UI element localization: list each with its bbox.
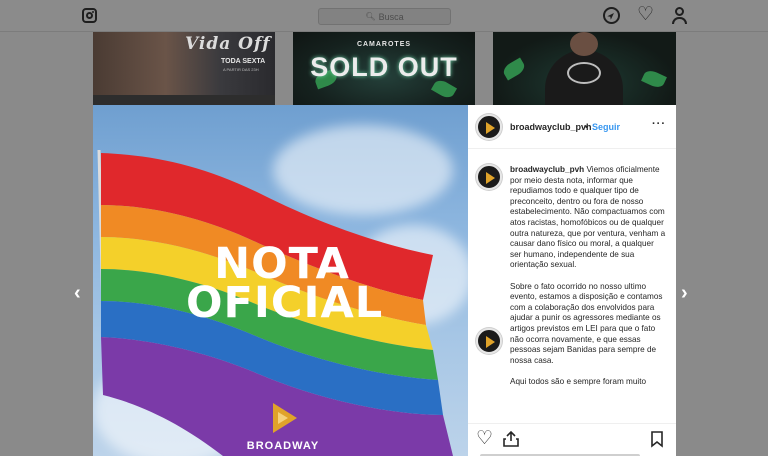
post-actions: ♡ xyxy=(468,423,676,456)
brand-name: BROADWAY xyxy=(246,440,320,452)
avatar[interactable] xyxy=(476,164,502,190)
caption-paragraph-2: Sobre o fato ocorrido no nosso ultimo ev… xyxy=(510,281,663,365)
background-post-thumbnail[interactable]: Vida Off TODA SEXTA A PARTIR DAS 23H xyxy=(93,32,275,105)
post-username[interactable]: broadwayclub_pvh xyxy=(510,122,592,132)
instagram-logo-icon[interactable] xyxy=(82,8,97,23)
caption-text: broadwayclub_pvh Viemos oficialmente por… xyxy=(510,165,666,398)
thumbnail-bar xyxy=(93,95,275,105)
leaf-decoration xyxy=(500,57,528,81)
next-post-arrow-icon[interactable]: › xyxy=(681,282,688,305)
search-input[interactable]: 🔍︎ Busca xyxy=(318,8,451,25)
caption-paragraph-3: Aqui todos são e sempre foram muito xyxy=(510,376,647,386)
search-placeholder: Busca xyxy=(378,11,404,22)
nav-icons xyxy=(603,6,688,24)
tshirt-logo xyxy=(567,62,601,84)
thumbnail-title: SOLD OUT xyxy=(310,52,458,82)
caption-paragraph-1: broadwayclub_pvh Viemos oficialmente por… xyxy=(510,165,666,271)
like-heart-icon[interactable]: ♡ xyxy=(476,429,494,448)
background-post-thumbnail[interactable]: CAMAROTES SOLD OUT xyxy=(293,32,475,105)
follow-button[interactable]: Seguir xyxy=(592,122,620,132)
more-options-icon[interactable]: ··· xyxy=(652,118,666,130)
thumbnail-title: Vida Off xyxy=(185,34,271,54)
post-side-panel: broadwayclub_pvh • Seguir ··· broadwaycl… xyxy=(468,105,676,456)
compass-icon[interactable] xyxy=(603,7,620,24)
profile-icon[interactable] xyxy=(671,7,688,24)
post-headline: NOTA OFICIAL xyxy=(186,243,384,328)
separator-dot: • xyxy=(585,122,589,132)
post-header: broadwayclub_pvh • Seguir ··· xyxy=(468,105,676,149)
thumbnail-subtitle: CAMAROTES xyxy=(356,41,412,48)
background-post-thumbnail[interactable] xyxy=(493,32,676,105)
search-icon: 🔍︎ xyxy=(365,12,376,21)
thumbnail-subtitle: TODA SEXTA xyxy=(221,58,266,65)
avatar[interactable] xyxy=(476,114,502,140)
top-nav: 🔍︎ Busca xyxy=(0,0,768,32)
caption-paragraph-1-text: Viemos oficialmente por meio desta nota,… xyxy=(510,165,666,270)
caption-area[interactable]: broadwayclub_pvh Viemos oficialmente por… xyxy=(468,150,676,421)
avatar[interactable] xyxy=(476,328,502,354)
person-head xyxy=(570,32,598,56)
post-image: NOTA OFICIAL BROADWAY xyxy=(93,105,468,456)
share-icon[interactable] xyxy=(502,430,520,448)
broadway-logo-icon xyxy=(273,403,297,433)
leaf-decoration xyxy=(641,68,667,90)
thumbnail-fine-print: A PARTIR DAS 23H xyxy=(223,67,259,72)
headline-line-2: OFICIAL xyxy=(186,278,384,328)
previous-post-arrow-icon[interactable]: ‹ xyxy=(74,282,81,305)
bookmark-icon[interactable] xyxy=(648,430,666,448)
caption-username[interactable]: broadwayclub_pvh xyxy=(510,165,584,174)
heart-icon[interactable] xyxy=(637,6,654,24)
